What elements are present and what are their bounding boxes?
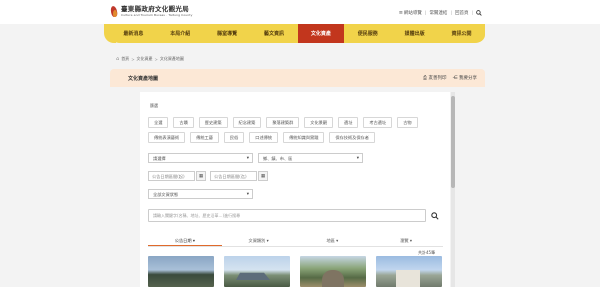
tag-archaeological-site[interactable]: 考古遺址 [363,117,393,128]
print-button[interactable]: ⎙ 友善列印 [423,75,447,81]
tag-traditional-knowledge[interactable]: 傳統知識與實踐 [283,132,325,143]
tag-cultural-landscape[interactable]: 文化景觀 [304,117,334,128]
date-start-input[interactable]: 公告日期區間(起) [148,171,195,181]
result-image[interactable] [224,256,290,287]
divider: | [450,10,452,16]
tag-craft[interactable]: 傳統工藝 [190,132,219,143]
top-bar: 臺東縣政府文化觀光局 Culture and Tourism Bureau · … [0,0,600,24]
tag-memorial-building[interactable]: 紀念建築 [232,117,262,128]
tag-site[interactable]: 遺址 [338,117,359,128]
breadcrumb-separator: > [154,56,158,62]
chevron-down-icon: ▾ [356,156,359,161]
nav-disclosure[interactable]: 資訊公開 [438,24,485,43]
scrollbar[interactable] [451,92,455,287]
sort-bar: 公告日期 ▾ 文資類別 ▾ 地區 ▾ 瀏覽 ▾ [148,236,443,247]
tag-settlement[interactable]: 聚落建築群 [266,117,300,128]
link-sitemap[interactable]: 網站導覽 [404,10,422,16]
print-label: 友善列印 [428,76,447,81]
area-select-value: 鄉、鎮、市、區 [263,156,293,161]
nav-about[interactable]: 本局介紹 [157,24,204,43]
search-icon[interactable] [476,10,482,16]
chevron-down-icon: ▾ [246,192,249,197]
nav-publications[interactable]: 媒體出版 [391,24,438,43]
site-logo[interactable]: 臺東縣政府文化觀光局 Culture and Tourism Bureau · … [109,5,193,18]
breadcrumb-heritage[interactable]: 文化資產 [137,56,153,62]
nav-venue[interactable]: 縣室導覽 [204,24,251,43]
area-select[interactable]: 鄉、鎮、市、區 ▾ [258,153,363,163]
tag-oral-tradition[interactable]: 口述傳統 [249,132,279,143]
sort-type[interactable]: 文資類別 ▾ [222,236,296,246]
category-tags: 全選 古蹟 歷史建築 紀念建築 聚落建築群 文化景觀 遺址 考古遺址 古物 傳統… [148,117,443,143]
nav-heritage[interactable]: 文化資產 [297,24,345,43]
main-nav: 最新消息 本局介紹 縣室導覽 藝文資訊 文化資產 便民服務 媒體出版 資訊公開 [104,24,485,43]
home-icon: ⌂ [116,56,120,62]
breadcrumb-current: 文化資產地圖 [159,56,184,61]
status-select[interactable]: 全部文資狀態 ▾ [148,189,253,199]
type-select-value: 請選擇 [153,156,166,161]
page-title: 文化資產地圖 [128,76,159,82]
tag-performing-arts[interactable]: 傳統表演藝術 [148,132,186,143]
sitemap-icon: ≡ [398,10,403,16]
share-label: 我要分享 [459,76,477,81]
tag-preservation[interactable]: 保存技術及保存者 [329,132,375,143]
share-button[interactable]: ⋲ 我要分享 [453,75,478,81]
print-icon: ⎙ [422,75,427,81]
divider: | [424,10,427,16]
link-common[interactable]: 常關連結 [429,10,447,16]
flame-logo-icon [109,5,119,18]
calendar-icon[interactable]: ▦ [196,171,206,181]
search-input[interactable]: 請輸入關鍵字(名稱、地址、歷史沿革…)進行搜尋 [148,209,426,222]
result-image[interactable] [300,256,366,287]
link-home[interactable]: 回首頁 [455,10,469,16]
type-select[interactable]: 請選擇 ▾ [148,153,253,163]
tag-antiquity[interactable]: 古物 [397,117,418,128]
tag-folklore[interactable]: 民俗 [223,132,245,143]
status-select-value: 全部文資狀態 [153,192,179,197]
chevron-down-icon: ▾ [246,156,249,161]
calendar-icon[interactable]: ▦ [258,171,268,181]
logo-subtitle: Culture and Tourism Bureau · Taitung Cou… [121,13,193,17]
scrollbar-thumb[interactable] [451,96,455,188]
tag-monument[interactable]: 古蹟 [173,117,194,128]
date-end-input[interactable]: 公告日期區間(迄) [210,171,257,181]
breadcrumb-separator: > [131,56,135,62]
nav-services[interactable]: 便民服務 [344,24,391,43]
divider: | [471,10,473,16]
sort-date[interactable]: 公告日期 ▾ [148,236,222,246]
nav-arts[interactable]: 藝文資訊 [251,24,298,43]
tag-historic-building[interactable]: 歷史建築 [198,117,228,128]
result-image[interactable] [148,256,214,287]
nav-news[interactable]: 最新消息 [110,24,157,43]
page-title-bar: 文化資產地圖 ⎙ 友善列印 ⋲ 我要分享 [110,69,485,87]
breadcrumb: ⌂ 首頁 > 文化資產 > 文化資產地圖 [116,56,184,62]
tag-all[interactable]: 全選 [148,117,169,128]
search-icon [430,211,439,220]
utility-links: ≡ 網站導覽 | 常關連結 | 回首頁 | [399,10,482,16]
logo-title: 臺東縣政府文化觀光局 [121,5,189,13]
breadcrumb-home[interactable]: 首頁 [121,56,129,62]
sort-views[interactable]: 瀏覽 ▾ [369,236,443,246]
sort-area[interactable]: 地區 ▾ [296,236,370,246]
search-button[interactable] [428,209,441,222]
category-label: 篩選 [150,103,158,108]
share-icon: ⋲ [452,75,458,81]
result-image[interactable] [376,256,442,287]
